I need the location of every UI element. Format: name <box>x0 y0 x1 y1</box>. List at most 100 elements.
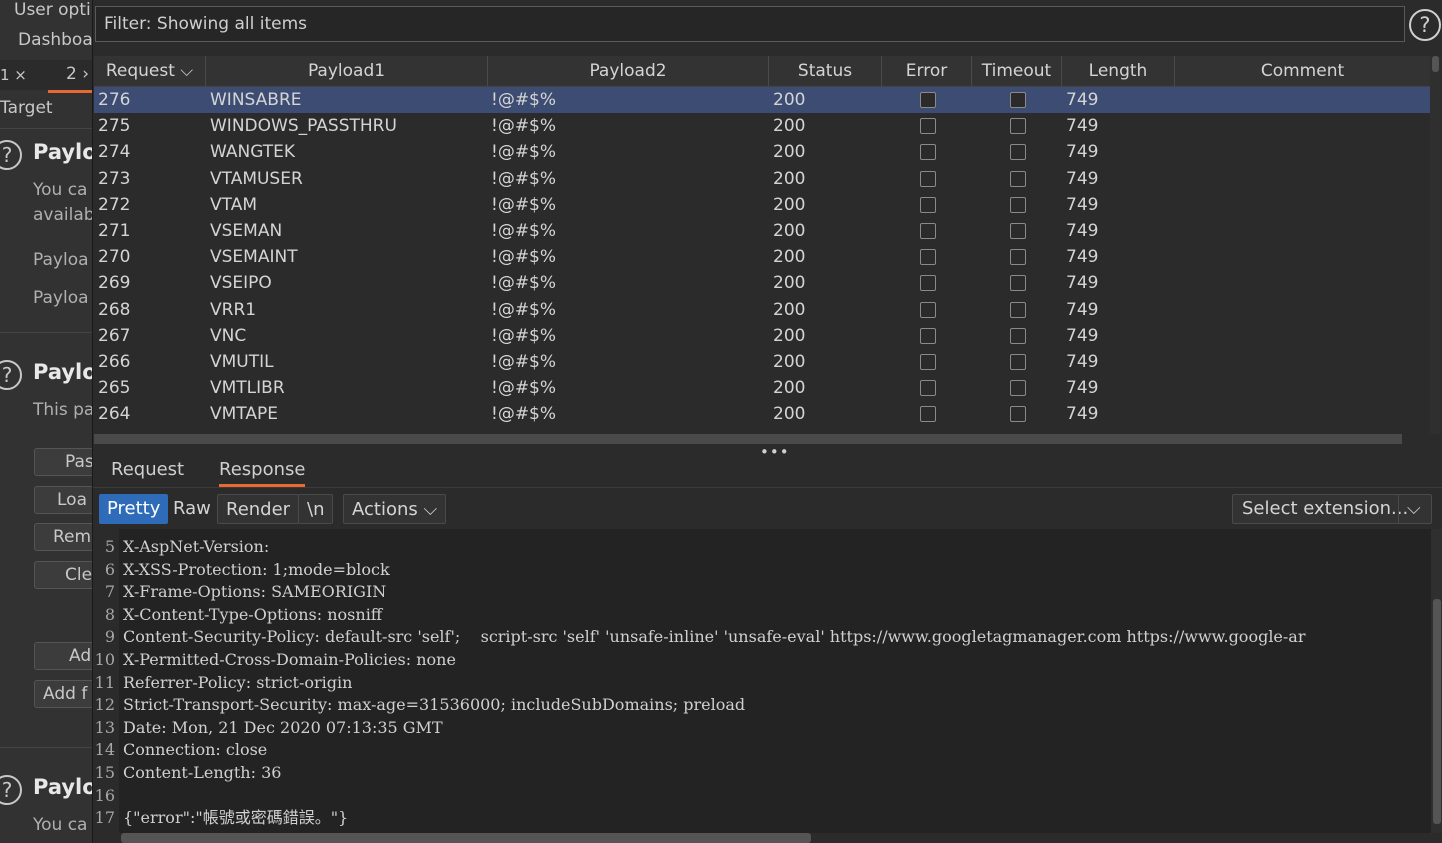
cell-length: 749 <box>1066 404 1099 425</box>
table-row[interactable]: 276 WINSABRE !@#$% 200 749 <box>94 87 1430 113</box>
cell-status: 200 <box>773 325 806 346</box>
help-icon[interactable]: ? <box>0 360 22 390</box>
target-tab[interactable]: Target <box>0 98 53 118</box>
cell-payload1: VSEMAINT <box>210 247 298 268</box>
line-number: 13 <box>94 717 115 737</box>
table-row[interactable]: 275 WINDOWS_PASSTHRU !@#$% 200 749 <box>94 113 1430 139</box>
line-number: 8 <box>104 604 115 624</box>
line-text: X-Frame-Options: SAMEORIGIN <box>123 582 387 602</box>
scrollbar-thumb[interactable] <box>1432 56 1439 72</box>
help-icon[interactable]: ? <box>0 775 22 805</box>
table-header: Request ⌵ Payload1 Payload2 Status Error… <box>94 56 1430 87</box>
line-number: 17 <box>94 808 115 828</box>
table-row[interactable]: 267 VNC !@#$% 200 749 <box>94 323 1430 349</box>
raw-button[interactable]: Raw <box>165 494 219 524</box>
help-icon[interactable]: ? <box>0 140 22 170</box>
clear-button[interactable]: Cle <box>34 561 100 589</box>
cell-request: 272 <box>98 194 131 215</box>
table-row[interactable]: 264 VMTAPE !@#$% 200 749 <box>94 401 1430 427</box>
column-header-error[interactable]: Error <box>882 56 972 86</box>
line-number: 11 <box>94 672 115 692</box>
tab-response[interactable]: Response <box>219 459 306 487</box>
pretty-button[interactable]: Pretty <box>99 494 169 524</box>
cell-request: 264 <box>98 404 131 425</box>
cell-length: 749 <box>1066 221 1099 241</box>
table-row[interactable]: 266 VMUTIL !@#$% 200 749 <box>94 349 1430 375</box>
select-extension-dropdown[interactable]: Select extension... ⌵ <box>1232 494 1432 524</box>
column-header-payload2[interactable]: Payload2 <box>488 56 769 86</box>
error-checkbox <box>920 249 936 266</box>
timeout-checkbox <box>1010 223 1026 239</box>
cell-request: 265 <box>98 378 131 399</box>
background-tab-1[interactable]: 1 × <box>0 66 27 84</box>
render-button[interactable]: Render <box>217 494 300 524</box>
line-number: 9 <box>104 627 115 647</box>
background-panel: User opti Dashboa 1 × 2 › Target ? Paylo… <box>0 0 100 843</box>
column-header-timeout[interactable]: Timeout <box>972 56 1062 86</box>
column-header-status[interactable]: Status <box>769 56 882 86</box>
newline-toggle-button[interactable]: \n <box>298 494 334 524</box>
cell-status: 200 <box>773 378 806 399</box>
menu-dashboard[interactable]: Dashboa <box>18 30 93 50</box>
cell-payload1: WINDOWS_PASSTHRU <box>210 116 397 137</box>
editor-vertical-scrollbar[interactable] <box>1431 529 1442 833</box>
section-title: Payloa <box>33 140 100 164</box>
table-row[interactable]: 269 VSEIPO !@#$% 200 749 <box>94 270 1430 296</box>
table-row[interactable]: 268 VRR1 !@#$% 200 749 <box>94 297 1430 323</box>
line-number: 12 <box>94 695 115 715</box>
cell-payload2: !@#$% <box>491 168 557 189</box>
error-checkbox <box>920 380 936 397</box>
timeout-checkbox <box>1010 144 1026 161</box>
timeout-checkbox <box>1010 301 1026 318</box>
line-number: 16 <box>94 785 115 805</box>
cell-payload1: VNC <box>210 325 247 346</box>
column-header-comment[interactable]: Comment <box>1175 56 1430 86</box>
chevron-down-icon[interactable]: ⌵ <box>1407 495 1421 523</box>
line-text: {"error":"帳號或密碼錯誤。"} <box>123 808 349 828</box>
error-checkbox <box>920 196 936 213</box>
cell-payload1: VMTAPE <box>210 404 278 425</box>
tab-request[interactable]: Request <box>111 459 184 480</box>
paste-button[interactable]: Pas <box>34 448 100 476</box>
results-table: Request ⌵ Payload1 Payload2 Status Error… <box>94 56 1430 434</box>
table-vertical-scrollbar[interactable] <box>1430 56 1441 434</box>
cell-length: 749 <box>1066 273 1099 294</box>
remove-button[interactable]: Rem <box>34 523 100 551</box>
timeout-checkbox <box>1010 406 1026 423</box>
line-text: X-Permitted-Cross-Domain-Policies: none <box>123 650 456 669</box>
scrollbar-thumb[interactable] <box>1433 599 1441 824</box>
help-icon[interactable]: ? <box>1409 9 1441 41</box>
editor-horizontal-scrollbar[interactable] <box>121 833 811 843</box>
line-text: Strict-Transport-Security: max-age=31536… <box>123 695 746 715</box>
table-row[interactable]: 273 VTAMUSER !@#$% 200 749 <box>94 166 1430 192</box>
message-toolbar: Pretty Raw Render \n Actions ⌵ Select ex… <box>93 490 1442 528</box>
menu-user-options[interactable]: User opti <box>14 0 91 20</box>
dropdown-separator <box>1398 495 1399 523</box>
add-from-list-button[interactable]: Add f <box>34 680 100 708</box>
table-row[interactable]: 265 VMTLIBR !@#$% 200 749 <box>94 375 1430 401</box>
cell-status: 200 <box>773 247 806 268</box>
table-row[interactable]: 274 WANGTEK !@#$% 200 749 <box>94 139 1430 165</box>
cell-status: 200 <box>773 404 806 425</box>
error-checkbox <box>920 354 936 370</box>
column-header-payload1[interactable]: Payload1 <box>206 56 488 86</box>
cell-length: 749 <box>1066 194 1099 215</box>
table-row[interactable]: 272 VTAM !@#$% 200 749 <box>94 192 1430 218</box>
timeout-checkbox <box>1010 380 1026 397</box>
table-row[interactable]: 270 VSEMAINT !@#$% 200 749 <box>94 244 1430 270</box>
response-editor[interactable]: 5 X-AspNet-Version: 6 X-XSS-Protection: 1;m… <box>93 529 1431 833</box>
cell-payload2: !@#$% <box>491 352 557 372</box>
add-button[interactable]: Ad <box>34 642 100 670</box>
table-row[interactable]: 271 VSEMAN !@#$% 200 749 <box>94 218 1430 244</box>
cell-payload2: !@#$% <box>491 378 557 399</box>
error-checkbox <box>920 275 936 292</box>
cell-payload1: VTAM <box>210 194 257 215</box>
column-header-length[interactable]: Length <box>1062 56 1175 86</box>
column-header-request[interactable]: Request ⌵ <box>94 56 206 86</box>
filter-bar[interactable]: Filter: Showing all items <box>95 6 1405 42</box>
actions-dropdown[interactable]: Actions ⌵ <box>343 494 447 524</box>
load-button[interactable]: Loa <box>34 486 100 514</box>
error-checkbox <box>920 406 936 423</box>
table-horizontal-scrollbar[interactable] <box>94 434 1402 444</box>
section-text: Payloa <box>33 288 89 308</box>
